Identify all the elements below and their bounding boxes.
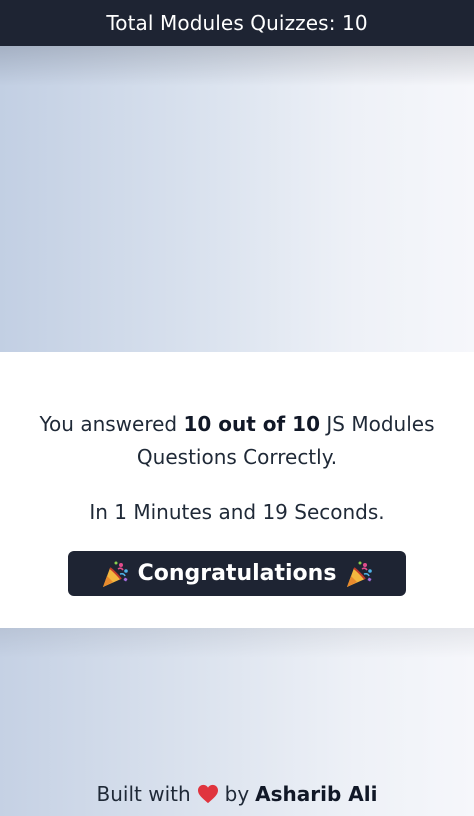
score-prefix: You answered [39, 412, 178, 436]
congratulations-label: Congratulations [137, 561, 337, 586]
party-popper-icon [347, 561, 373, 587]
score-value: 10 out of 10 [183, 412, 321, 436]
top-bar: Total Modules Quizzes: 10 [0, 0, 474, 46]
page-title: Total Modules Quizzes: 10 [106, 11, 368, 35]
result-card: You answered 10 out of 10 JS Modules Que… [0, 352, 474, 628]
party-popper-icon [102, 561, 128, 587]
author-name[interactable]: Asharib Ali [255, 782, 377, 806]
footer-built-with: Built with [96, 782, 191, 806]
heart-icon [197, 784, 218, 804]
time-taken: In 1 Minutes and 19 Seconds. [89, 500, 385, 524]
background-top [0, 46, 474, 352]
congratulations-button[interactable]: Congratulations [68, 551, 406, 596]
score-summary: You answered 10 out of 10 JS Modules Que… [20, 408, 454, 474]
footer: Built with by Asharib Ali [0, 782, 474, 806]
footer-by: by [224, 782, 250, 806]
